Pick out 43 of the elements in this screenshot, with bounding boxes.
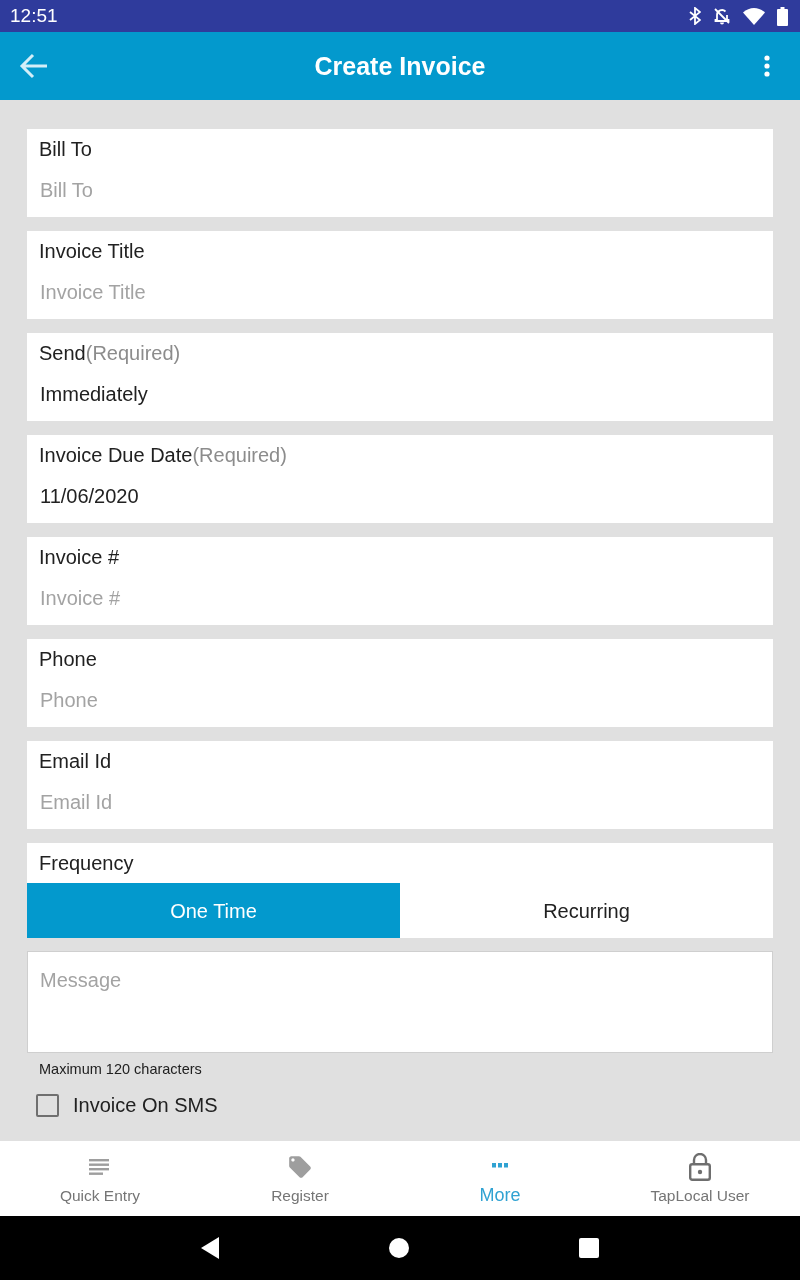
bell-off-icon [713,7,731,25]
field-label: Send(Required) [39,341,182,365]
input-field[interactable]: 11/06/2020 [39,475,761,517]
checkbox[interactable] [36,1093,59,1117]
nav-tab[interactable]: Quick Entry [0,1141,200,1216]
field-label: Invoice # [39,545,121,569]
field-label: Frequency [38,851,135,875]
wifi-icon [743,7,765,25]
text-field[interactable]: Invoice # Invoice # [27,537,773,625]
input-field[interactable]: Email Id [39,781,761,823]
input-field[interactable]: Bill To [39,169,761,211]
page-title: Create Invoice [314,51,486,81]
more-dots-icon [492,1163,508,1168]
field-label: Invoice Due Date(Required) [39,443,288,467]
field-label: Email Id [39,749,113,773]
home-icon[interactable] [389,1238,409,1258]
text-field[interactable]: Invoice Title Invoice Title [27,231,773,319]
input-field[interactable]: Phone [39,679,761,721]
nav-tab[interactable]: Register [200,1141,400,1216]
nav-tab[interactable]: TapLocal User [600,1141,800,1216]
message-field[interactable]: Message [27,951,773,1053]
input-field[interactable]: Invoice Title [39,271,761,313]
field-label: Phone [39,647,98,671]
lock-icon [689,1152,711,1181]
text-field[interactable]: Send(Required) Immediately [27,333,773,421]
lines-icon [89,1158,111,1175]
field-label: Bill To [39,137,93,161]
text-field[interactable]: Email Id Email Id [27,741,773,829]
input-field[interactable]: Immediately [39,373,761,415]
back-icon[interactable] [201,1237,219,1259]
text-field[interactable]: Bill To Bill To [27,129,773,217]
hint-text: Maximum 120 characters [38,1061,203,1077]
checkbox-label: Invoice On SMS [73,1093,218,1117]
status-time: 12:51 [10,5,58,27]
more-vertical-icon [764,55,770,77]
arrow-left-icon [19,53,49,79]
battery-icon [777,6,788,26]
input-field[interactable]: Invoice # [39,577,761,619]
text-field[interactable]: Invoice Due Date(Required) 11/06/2020 [27,435,773,523]
bluetooth-icon [689,7,701,25]
text-field[interactable]: Phone Phone [27,639,773,727]
field-label: Invoice Title [39,239,146,263]
tag-icon [287,1153,313,1180]
